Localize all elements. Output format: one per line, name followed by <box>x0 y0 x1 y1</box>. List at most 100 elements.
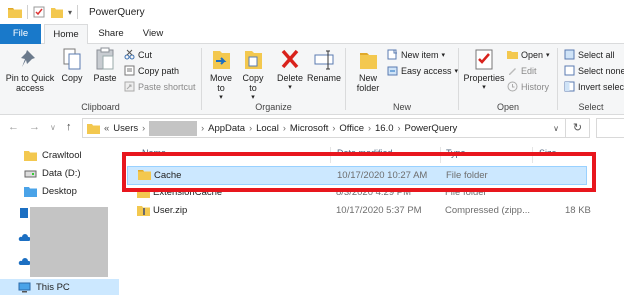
tab-share[interactable]: Share <box>92 24 130 44</box>
invert-selection-label: Invert selection <box>578 81 624 92</box>
paste-shortcut-label: Paste shortcut <box>138 81 196 92</box>
breadcrumb-appdata[interactable]: AppData <box>208 123 245 134</box>
new-item-button[interactable]: New item ▾ <box>387 47 445 62</box>
new-item-label: New item <box>401 49 439 60</box>
customize-toolbar-icon[interactable]: ▾ <box>68 8 72 17</box>
nav-item-desktop[interactable]: Desktop <box>24 183 77 199</box>
recent-locations-chevron-icon[interactable]: ∨ <box>50 123 56 132</box>
nav-item-label: Crawltool <box>42 149 82 161</box>
search-input[interactable] <box>596 118 624 138</box>
breadcrumb-overflow[interactable]: « <box>104 123 109 134</box>
select-group-label: Select <box>578 102 604 112</box>
address-bar[interactable]: « Users › › AppData › Local › Microsoft … <box>82 118 566 138</box>
nav-item-this-pc[interactable]: This PC <box>0 279 119 295</box>
zip-folder-icon <box>137 206 150 216</box>
file-name: User.zip <box>153 205 188 216</box>
chevron-right-icon[interactable]: › <box>398 123 401 133</box>
easy-access-button[interactable]: Easy access ▾ <box>387 63 458 78</box>
forward-arrow-icon[interactable]: → <box>29 121 40 133</box>
redacted-nav-items <box>30 207 108 277</box>
copy-path-label: Copy path <box>138 65 180 76</box>
breadcrumb-microsoft[interactable]: Microsoft <box>290 123 329 134</box>
open-group: Properties ▾ Open ▾ Edit History Open <box>459 44 557 115</box>
title-bar: ▾ PowerQuery <box>0 0 624 24</box>
blue-square-icon <box>20 208 28 218</box>
breadcrumb-office[interactable]: Office <box>339 123 364 134</box>
copy-path-icon <box>124 65 135 76</box>
nav-item-data-drive[interactable]: Data (D:) <box>24 165 81 181</box>
breadcrumb-powerquery[interactable]: PowerQuery <box>405 123 458 134</box>
copy-to-label: Copy to <box>242 73 264 93</box>
rename-button[interactable]: Rename <box>306 47 342 83</box>
invert-selection-button[interactable]: Invert selection <box>564 79 624 94</box>
open-button[interactable]: Open ▾ <box>507 47 550 62</box>
new-folder-icon <box>360 53 377 69</box>
chevron-down-icon[interactable]: ∨ <box>553 124 559 133</box>
rename-label: Rename <box>306 73 342 83</box>
delete-x-icon <box>281 49 299 69</box>
breadcrumb-users[interactable]: Users <box>113 123 138 134</box>
select-all-label: Select all <box>578 49 615 60</box>
properties-button[interactable]: Properties ▾ <box>462 47 506 93</box>
cut-label: Cut <box>138 49 153 60</box>
new-group-label: New <box>392 102 411 112</box>
properties-check-icon[interactable] <box>33 6 45 18</box>
tab-home[interactable]: Home <box>44 24 88 45</box>
file-row-user-zip[interactable]: User.zip 10/17/2020 5:37 PM Compressed (… <box>127 202 591 221</box>
divider <box>27 5 28 19</box>
scissors-icon <box>124 49 135 60</box>
copy-path-button[interactable]: Copy path <box>124 63 179 78</box>
pin-icon <box>21 50 35 67</box>
chevron-right-icon[interactable]: › <box>283 123 286 133</box>
rename-icon <box>314 50 334 70</box>
pin-to-quick-access-button[interactable]: Pin to Quick access <box>4 47 56 93</box>
computer-icon <box>18 282 31 292</box>
back-arrow-icon[interactable]: ← <box>8 121 19 133</box>
chevron-down-icon: ▾ <box>441 51 446 59</box>
chevron-right-icon[interactable]: › <box>201 123 204 133</box>
move-to-button[interactable]: Move to ▾ <box>206 47 236 103</box>
up-arrow-icon[interactable]: ↑ <box>66 121 72 133</box>
ribbon: Pin to Quick access Copy Paste Cut Copy … <box>0 44 624 115</box>
chevron-right-icon[interactable]: › <box>368 123 371 133</box>
edit-button[interactable]: Edit <box>507 63 537 78</box>
file-size: 18 KB <box>565 205 591 216</box>
chevron-right-icon[interactable]: › <box>332 123 335 133</box>
new-folder-icon[interactable] <box>51 6 63 18</box>
open-icon <box>507 51 518 59</box>
delete-button[interactable]: Delete ▾ <box>274 47 306 93</box>
breadcrumb-16[interactable]: 16.0 <box>375 123 394 134</box>
select-all-button[interactable]: Select all <box>564 47 615 62</box>
file-date: 10/17/2020 5:37 PM <box>336 205 422 216</box>
cut-button[interactable]: Cut <box>124 47 152 62</box>
select-none-button[interactable]: Select none <box>564 63 624 78</box>
move-to-label: Move to <box>209 73 232 93</box>
chevron-right-icon[interactable]: › <box>142 123 145 133</box>
chevron-down-icon: ▾ <box>288 84 292 91</box>
chevron-down-icon: ▾ <box>546 51 550 59</box>
move-folder-icon <box>213 51 230 69</box>
paste-button[interactable]: Paste <box>90 47 120 83</box>
new-group: New folder New item ▾ Easy access ▾ New <box>346 44 458 115</box>
open-label: Open <box>521 49 544 60</box>
copy-to-button[interactable]: Copy to ▾ <box>238 47 268 103</box>
clipboard-group-label: Clipboard <box>81 102 120 112</box>
copy-button[interactable]: Copy <box>59 47 85 83</box>
delete-label: Delete <box>276 73 303 83</box>
pin-label: Pin to Quick access <box>5 73 55 93</box>
tab-view[interactable]: View <box>136 24 170 44</box>
history-button[interactable]: History <box>507 79 549 94</box>
history-clock-icon <box>507 81 518 92</box>
refresh-icon[interactable]: ↻ <box>566 118 590 138</box>
chevron-right-icon[interactable]: › <box>249 123 252 133</box>
new-folder-button[interactable]: New folder <box>351 47 385 93</box>
properties-label: Properties <box>463 73 505 83</box>
paste-shortcut-button[interactable]: Paste shortcut <box>124 79 196 94</box>
nav-item-crawltool[interactable]: Crawltool <box>24 147 82 163</box>
open-group-label: Open <box>496 102 520 112</box>
select-none-label: Select none <box>578 65 624 76</box>
tab-file[interactable]: File <box>0 24 41 44</box>
organize-group-label: Organize <box>255 102 292 112</box>
breadcrumb-local[interactable]: Local <box>256 123 279 134</box>
copy-label: Copy <box>61 73 83 83</box>
